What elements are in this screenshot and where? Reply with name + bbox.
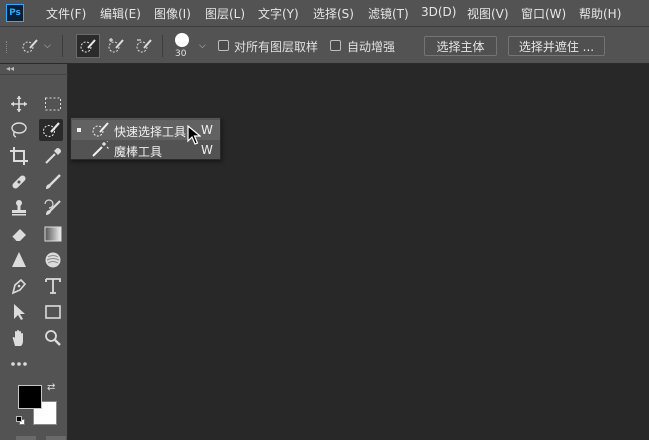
options-bar: ⌵ 30 ⌵ 对所有图层取样 自动增强 选择主体 选择并遮住 ... [0, 26, 649, 64]
subtract-from-selection-icon [136, 39, 152, 53]
flyout-item-label: 快速选择工具 [114, 125, 187, 139]
brush-tool-icon [46, 174, 61, 189]
tool-preset-chevron-icon[interactable]: ⌵ [44, 41, 51, 51]
crop-tool[interactable] [7, 145, 31, 167]
select-and-mask-button[interactable]: 选择并遮住 ... [508, 36, 605, 56]
gradient-tool[interactable] [41, 223, 65, 245]
type-tool[interactable] [41, 275, 65, 297]
brush-size-value: 30 [175, 49, 187, 59]
dodge-tool-icon [45, 252, 61, 268]
flyout-item-shortcut: W [201, 123, 213, 137]
foreground-color-swatch[interactable] [18, 385, 42, 409]
selected-bullet-icon [77, 128, 81, 132]
tools-panel: ◂◂ ⇄ [0, 64, 68, 440]
lasso-tool-icon [11, 122, 27, 138]
zoom-tool-icon [45, 330, 61, 346]
menu-image[interactable]: 图像(I) [154, 5, 191, 22]
pen-tool[interactable] [7, 275, 31, 297]
select-subject-button[interactable]: 选择主体 [424, 36, 497, 56]
healing-brush-tool[interactable] [7, 171, 31, 193]
move-tool-icon [11, 96, 27, 112]
menu-select[interactable]: 选择(S) [313, 5, 354, 22]
blur-tool-icon [12, 252, 26, 267]
sample-all-layers-label: 对所有图层取样 [234, 40, 319, 54]
eraser-tool[interactable] [7, 223, 31, 245]
marquee-tool[interactable] [41, 93, 65, 115]
move-tool[interactable] [7, 93, 31, 115]
flyout-item-label: 魔棒工具 [114, 145, 163, 159]
auto-enhance-label: 自动增强 [347, 40, 396, 54]
auto-enhance-checkbox[interactable] [330, 40, 341, 51]
brush-picker-chevron-icon[interactable]: ⌵ [199, 41, 206, 51]
history-brush-tool-icon [44, 199, 61, 215]
menu-3d[interactable]: 3D(D) [421, 5, 456, 19]
crop-tool-icon [10, 147, 28, 165]
more-tools-icon [11, 362, 27, 366]
quick-selection-tool-icon [43, 122, 60, 137]
eyedropper-tool-icon [45, 148, 61, 164]
tool-preset-button[interactable] [18, 34, 42, 58]
menu-help[interactable]: 帮助(H) [579, 5, 621, 22]
photoshop-logo[interactable]: Ps [6, 4, 24, 22]
menu-view[interactable]: 视图(V) [467, 5, 509, 22]
gradient-tool-icon [44, 226, 62, 242]
menu-file[interactable]: 文件(F) [46, 5, 86, 22]
more-tools-button[interactable] [7, 353, 31, 375]
rectangle-tool[interactable] [41, 301, 65, 323]
default-colors-icon[interactable] [16, 416, 25, 425]
brush-tool[interactable] [41, 171, 65, 193]
toolbar-grip[interactable] [0, 74, 68, 78]
add-to-selection-button[interactable] [104, 34, 128, 58]
menu-bar: Ps 文件(F) 编辑(E) 图像(I) 图层(L) 文字(Y) 选择(S) 滤… [0, 0, 649, 26]
lasso-tool[interactable] [7, 119, 31, 141]
hand-tool-icon [12, 330, 23, 346]
rectangle-tool-icon [45, 305, 61, 319]
new-selection-icon [80, 39, 96, 53]
options-grip[interactable] [6, 41, 8, 53]
menu-type[interactable]: 文字(Y) [258, 5, 299, 22]
history-brush-tool[interactable] [41, 197, 65, 219]
clone-stamp-tool[interactable] [7, 197, 31, 219]
type-tool-icon [45, 278, 61, 294]
menu-edit[interactable]: 编辑(E) [100, 5, 141, 22]
sample-all-layers-checkbox[interactable] [218, 40, 229, 51]
quick-selection-icon [92, 122, 109, 137]
eraser-tool-icon [11, 229, 26, 242]
magic-wand-icon [92, 141, 109, 157]
healing-brush-tool-icon [12, 175, 26, 189]
zoom-tool[interactable] [41, 327, 65, 349]
eyedropper-tool[interactable] [41, 145, 65, 167]
subtract-from-selection-button[interactable] [132, 34, 156, 58]
path-selection-tool[interactable] [7, 301, 31, 323]
screen-mode-button[interactable] [46, 436, 66, 440]
add-to-selection-icon [108, 38, 124, 53]
pen-tool-icon [11, 278, 27, 295]
quick-mask-button[interactable] [16, 436, 36, 440]
brush-preview-icon [175, 33, 189, 47]
quick-selection-icon [22, 39, 38, 53]
new-selection-button[interactable] [76, 34, 100, 58]
path-selection-tool-icon [14, 304, 25, 320]
hand-tool[interactable] [7, 327, 31, 349]
collapse-panel-icon[interactable]: ◂◂ [6, 64, 14, 73]
blur-tool[interactable] [7, 249, 31, 271]
dodge-tool[interactable] [41, 249, 65, 271]
marquee-tool-icon [45, 97, 61, 111]
menu-layer[interactable]: 图层(L) [205, 5, 245, 22]
menu-filter[interactable]: 滤镜(T) [368, 5, 409, 22]
quick-selection-tool[interactable] [39, 119, 63, 141]
swap-colors-icon[interactable]: ⇄ [47, 382, 55, 393]
menu-window[interactable]: 窗口(W) [521, 5, 566, 22]
flyout-item-shortcut: W [201, 143, 213, 157]
mouse-cursor-icon [187, 125, 201, 145]
clone-stamp-tool-icon [12, 200, 26, 216]
brush-picker[interactable]: 30 [172, 31, 194, 61]
